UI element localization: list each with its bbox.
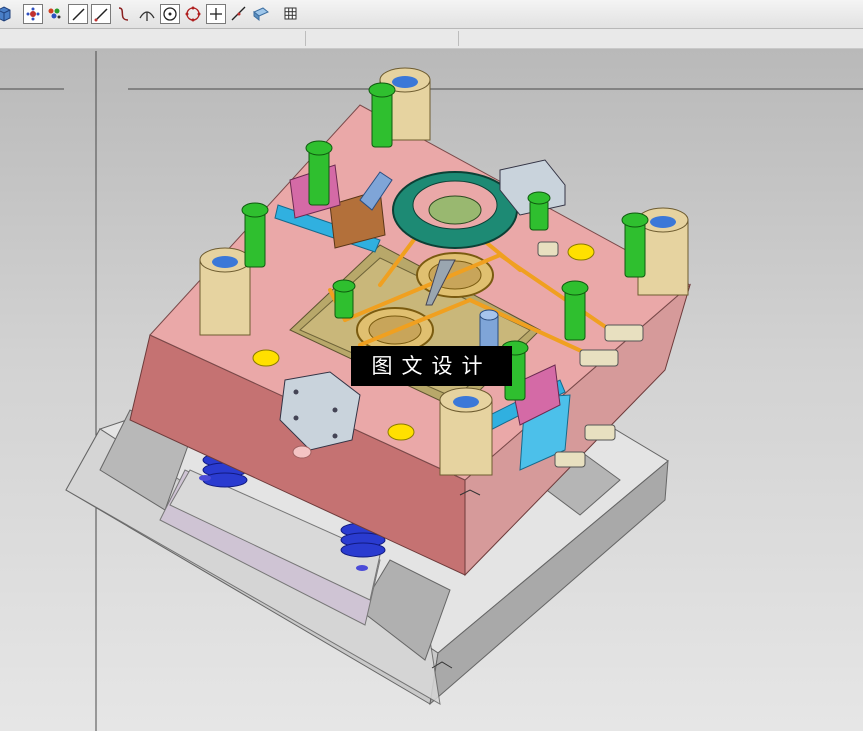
circle-points-icon[interactable] [183, 4, 203, 24]
circle-center-icon[interactable] [160, 4, 180, 24]
snap-point-icon[interactable] [23, 4, 43, 24]
measure-icon[interactable] [251, 4, 271, 24]
snap-grid-icon[interactable] [45, 4, 65, 24]
status-strip [0, 29, 863, 49]
curve-icon[interactable] [114, 4, 134, 24]
line-icon[interactable] [68, 4, 88, 24]
toolbar [0, 0, 863, 29]
cross-point-icon[interactable] [206, 4, 226, 24]
mold-assembly-model[interactable] [0, 49, 863, 731]
view-cube-icon[interactable] [0, 4, 14, 24]
watermark-label: 图文设计 [351, 346, 512, 386]
divider [458, 31, 459, 46]
tangent-icon[interactable] [137, 4, 157, 24]
graphics-viewport[interactable]: 图文设计 [0, 49, 863, 731]
diagonal-line-icon[interactable] [229, 4, 249, 24]
grid-icon[interactable] [281, 4, 301, 24]
divider [305, 31, 306, 46]
line-two-point-icon[interactable] [91, 4, 111, 24]
